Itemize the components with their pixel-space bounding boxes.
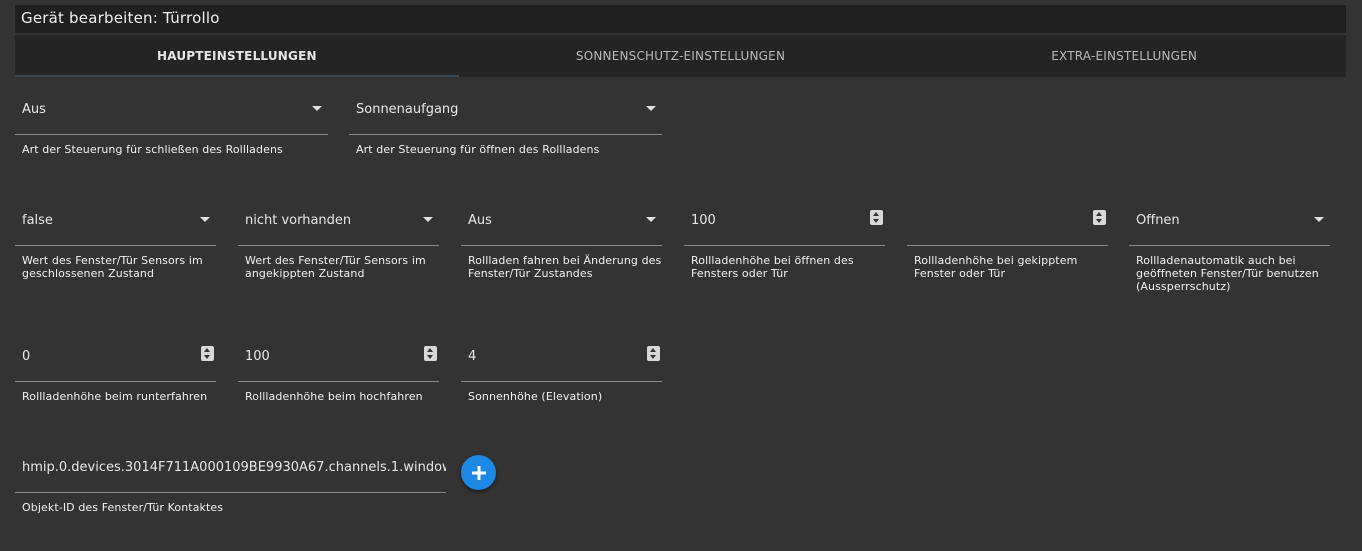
field-label: Wert des Fenster/Tür Sensors im geschlos… — [22, 254, 203, 280]
sun-elevation-field: 4 Sonnenhöhe (Elevation) — [461, 336, 662, 403]
select-value: Aus — [22, 102, 46, 117]
dropdown-arrow-icon — [423, 217, 433, 222]
add-object-button[interactable] — [461, 455, 496, 490]
tab-sonnenschutz-einstellungen[interactable]: SONNENSCHUTZ-EINSTELLUNGEN — [459, 35, 903, 77]
sensor-closed-value-select[interactable]: false — [15, 200, 216, 246]
number-spinner-icon[interactable] — [1093, 210, 1106, 225]
open-control-type-select[interactable]: Sonnenaufgang — [349, 89, 662, 135]
field-label: Art der Steuerung für schließen des Roll… — [22, 143, 283, 156]
sensor-tilted-value-field: nicht vorhanden Wert des Fenster/Tür Sen… — [238, 200, 439, 280]
tab-extra-einstellungen[interactable]: EXTRA-EINSTELLUNGEN — [902, 35, 1346, 77]
dropdown-arrow-icon — [646, 217, 656, 222]
dropdown-arrow-icon — [646, 106, 656, 111]
plus-icon — [471, 465, 486, 480]
input-value: 100 — [691, 213, 716, 228]
field-label: Rollladenhöhe bei gekipptem Fenster oder… — [914, 254, 1078, 280]
number-spinner-icon[interactable] — [424, 346, 437, 361]
input-value: 100 — [245, 349, 270, 364]
field-label: Rollladenautomatik auch bei geöffneten F… — [1136, 254, 1319, 293]
lockout-protection-select[interactable]: Öffnen — [1129, 200, 1330, 246]
input-value: hmip.0.devices.3014F711A000109BE9930A67.… — [22, 460, 446, 475]
select-value: false — [22, 213, 53, 228]
dropdown-arrow-icon — [1314, 217, 1324, 222]
sensor-tilted-value-select[interactable]: nicht vorhanden — [238, 200, 439, 246]
height-up-field: 100 Rollladenhöhe beim hochfahren — [238, 336, 439, 403]
dialog-title: Gerät bearbeiten: Türrollo — [15, 5, 1346, 33]
select-value: Sonnenaufgang — [356, 102, 459, 117]
dropdown-arrow-icon — [312, 106, 322, 111]
contact-object-id-input[interactable]: hmip.0.devices.3014F711A000109BE9930A67.… — [15, 447, 446, 493]
input-value: 0 — [22, 349, 31, 364]
number-spinner-icon[interactable] — [201, 346, 214, 361]
height-window-open-input[interactable]: 100 — [684, 200, 885, 246]
field-label: Wert des Fenster/Tür Sensors im angekipp… — [245, 254, 426, 280]
input-value: 4 — [468, 349, 477, 364]
height-down-input[interactable]: 0 — [15, 336, 216, 382]
field-label: Objekt-ID des Fenster/Tür Kontaktes — [22, 501, 224, 514]
close-control-type-field: Aus Art der Steuerung für schließen des … — [15, 89, 328, 156]
tab-bar: HAUPTEINSTELLUNGEN SONNENSCHUTZ-EINSTELL… — [15, 35, 1346, 77]
height-up-input[interactable]: 100 — [238, 336, 439, 382]
field-label: Art der Steuerung für öffnen des Rolllad… — [356, 143, 600, 156]
select-value: nicht vorhanden — [245, 213, 352, 228]
select-value: Aus — [468, 213, 492, 228]
drive-on-state-change-field: Aus Rollladen fahren bei Änderung des Fe… — [461, 200, 662, 280]
drive-on-state-change-select[interactable]: Aus — [461, 200, 662, 246]
number-spinner-icon[interactable] — [870, 210, 883, 225]
field-label: Rollladenhöhe bei öffnen des Fensters od… — [691, 254, 854, 280]
select-value: Öffnen — [1136, 213, 1180, 228]
height-window-tilted-field: Rollladenhöhe bei gekipptem Fenster oder… — [907, 200, 1108, 280]
sensor-closed-value-field: false Wert des Fenster/Tür Sensors im ge… — [15, 200, 216, 280]
close-control-type-select[interactable]: Aus — [15, 89, 328, 135]
sun-elevation-input[interactable]: 4 — [461, 336, 662, 382]
height-window-open-field: 100 Rollladenhöhe bei öffnen des Fenster… — [684, 200, 885, 280]
open-control-type-field: Sonnenaufgang Art der Steuerung für öffn… — [349, 89, 662, 156]
height-down-field: 0 Rollladenhöhe beim runterfahren — [15, 336, 216, 403]
dropdown-arrow-icon — [200, 217, 210, 222]
field-label: Rollladen fahren bei Änderung des Fenste… — [468, 254, 662, 280]
field-label: Rollladenhöhe beim hochfahren — [245, 390, 423, 403]
contact-object-id-field: hmip.0.devices.3014F711A000109BE9930A67.… — [15, 447, 446, 514]
lockout-protection-field: Öffnen Rollladenautomatik auch bei geöff… — [1129, 200, 1330, 293]
tab-haupteinstellungen[interactable]: HAUPTEINSTELLUNGEN — [15, 35, 459, 77]
field-label: Sonnenhöhe (Elevation) — [468, 390, 603, 403]
height-window-tilted-input[interactable] — [907, 200, 1108, 246]
number-spinner-icon[interactable] — [647, 346, 660, 361]
field-label: Rollladenhöhe beim runterfahren — [22, 390, 208, 403]
